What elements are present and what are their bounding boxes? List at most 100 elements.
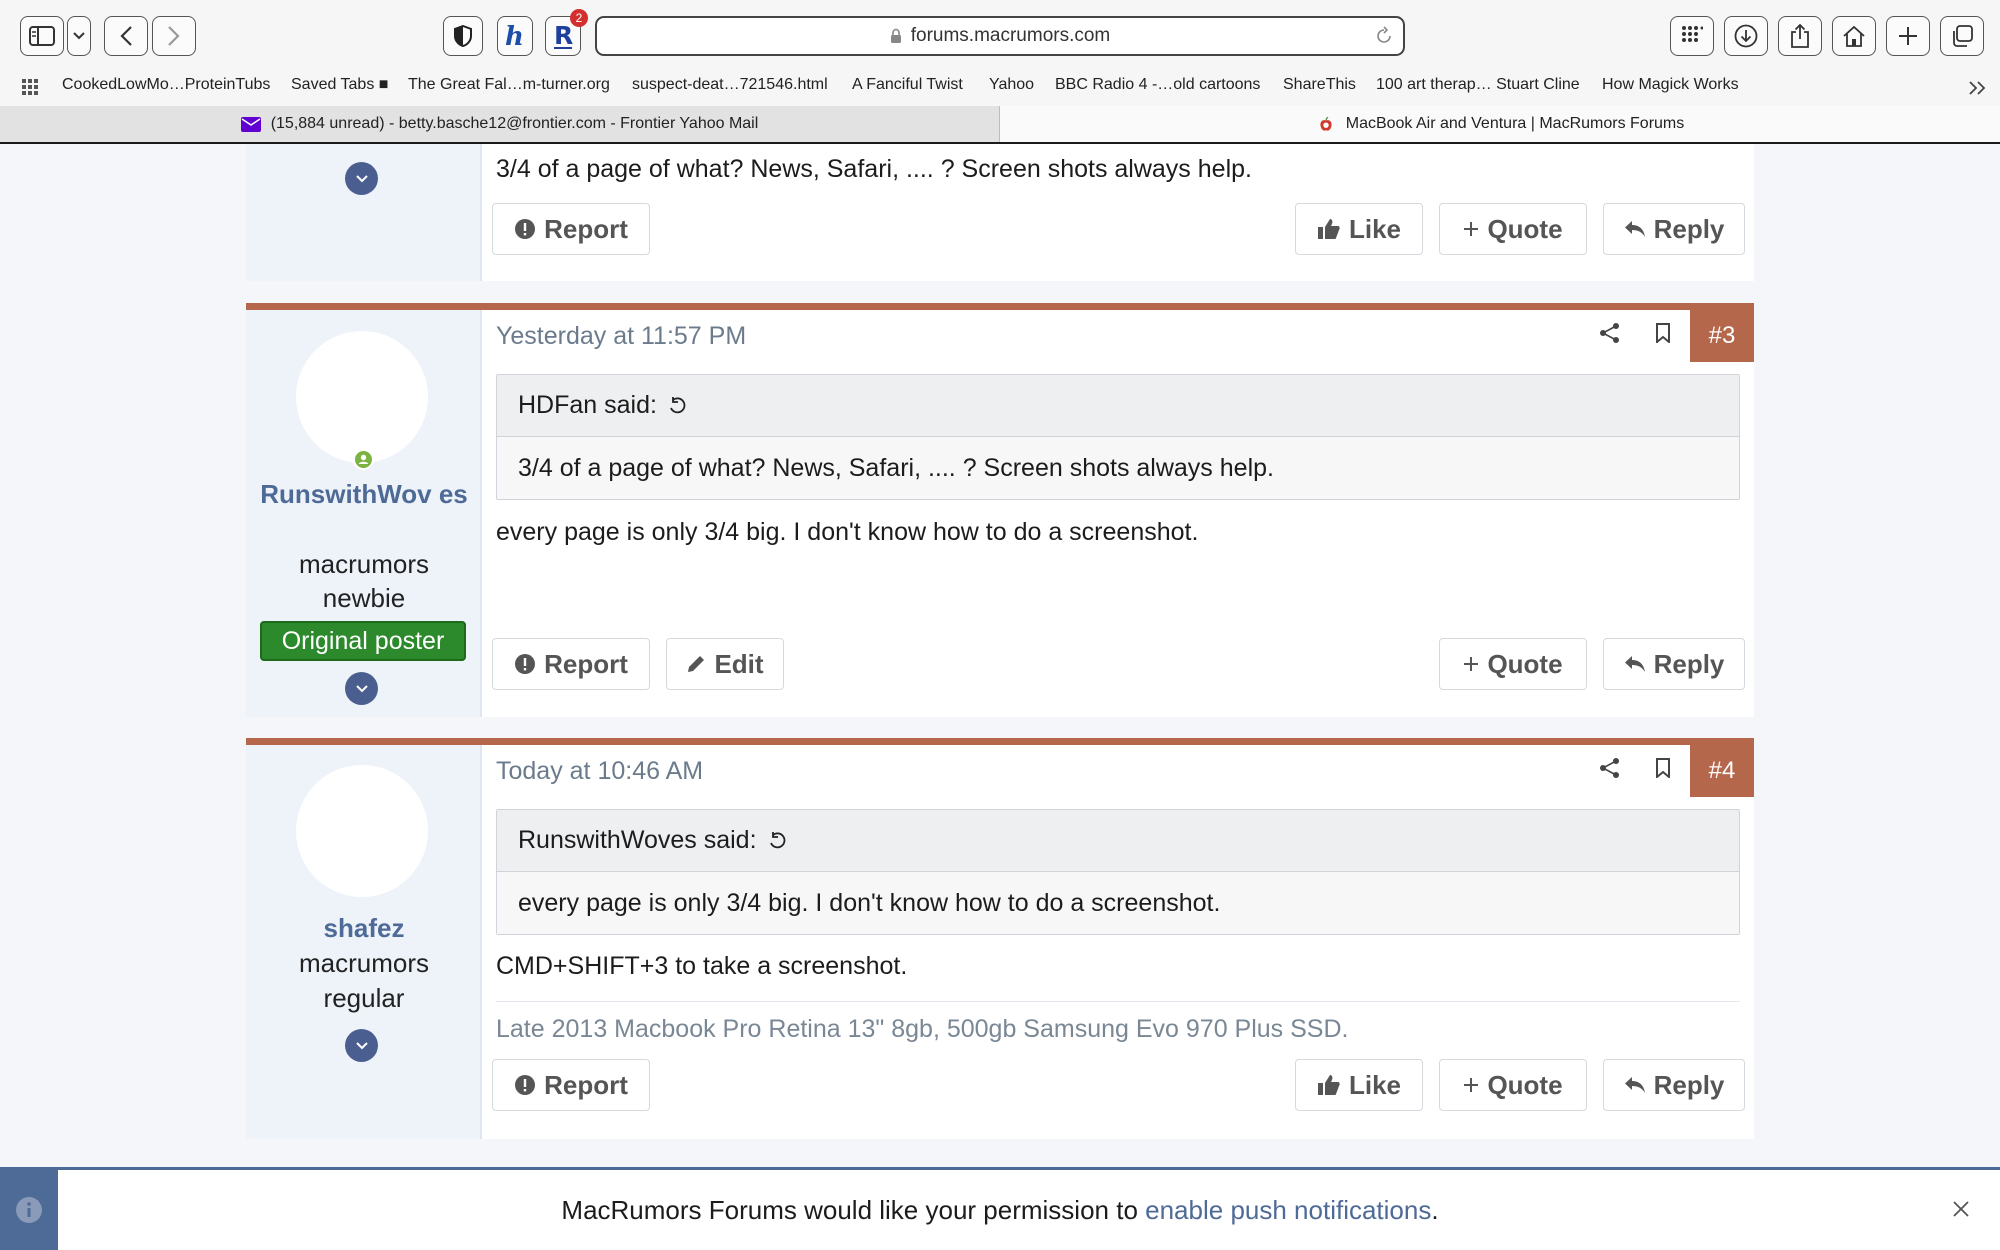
expand-user-button[interactable] bbox=[345, 1029, 378, 1062]
privacy-extension-button[interactable] bbox=[443, 16, 483, 56]
bookmark-item[interactable]: suspect-deat…721546.html bbox=[632, 76, 828, 94]
share-icon bbox=[1791, 23, 1809, 48]
plus-icon bbox=[1464, 1078, 1479, 1092]
notification-text: MacRumors Forums would like your permiss… bbox=[561, 1194, 1146, 1225]
share-button[interactable] bbox=[1778, 16, 1822, 56]
report-button[interactable]: Report bbox=[492, 203, 650, 255]
quote-label: Quote bbox=[1487, 1069, 1563, 1100]
report-button[interactable]: Report bbox=[492, 638, 650, 690]
bookmark-post-button[interactable] bbox=[1650, 755, 1676, 781]
bookmark-item[interactable]: Yahoo bbox=[989, 76, 1034, 94]
reply-button[interactable]: Reply bbox=[1603, 203, 1745, 255]
quote-header[interactable]: RunswithWoves said: bbox=[497, 810, 1739, 872]
jump-to-quote-icon bbox=[670, 396, 686, 413]
tab-overview-button[interactable] bbox=[1940, 16, 1984, 56]
bookmark-item[interactable]: Saved Tabs ■ bbox=[291, 76, 388, 94]
post-message: CMD+SHIFT+3 to take a screenshot. bbox=[496, 952, 908, 980]
quote-button[interactable]: Quote bbox=[1439, 203, 1587, 255]
sidebar-toggle-button[interactable] bbox=[20, 16, 64, 56]
r-extension-button[interactable]: R 2 bbox=[545, 9, 588, 56]
quote-header[interactable]: HDFan said: bbox=[497, 375, 1739, 437]
bookmark-item[interactable]: The Great Fal…m-turner.org bbox=[408, 76, 610, 94]
apps-button[interactable] bbox=[1670, 16, 1714, 56]
report-label: Report bbox=[544, 213, 628, 244]
quote-text: 3/4 of a page of what? News, Safari, ...… bbox=[497, 437, 1739, 499]
bookmark-item[interactable]: CookedLowMo…ProteinTubs bbox=[62, 76, 270, 94]
post-user-panel: shafez macrumors regular bbox=[246, 745, 482, 1139]
forward-button[interactable] bbox=[152, 16, 196, 56]
expand-user-button[interactable] bbox=[345, 672, 378, 705]
alert-icon bbox=[515, 1075, 536, 1095]
post-message: every page is only 3/4 big. I don't know… bbox=[496, 518, 1199, 546]
bookmark-post-button[interactable] bbox=[1650, 320, 1676, 346]
back-arrow-icon bbox=[120, 26, 132, 46]
post-number[interactable]: #4 bbox=[1690, 745, 1754, 797]
share-post-button[interactable] bbox=[1597, 755, 1623, 781]
quote-block: RunswithWoves said: every page is only 3… bbox=[496, 809, 1740, 935]
report-button[interactable]: Report bbox=[492, 1059, 650, 1111]
reply-button[interactable]: Reply bbox=[1603, 638, 1745, 690]
notification-text-end: . bbox=[1431, 1194, 1439, 1225]
back-button[interactable] bbox=[104, 16, 148, 56]
quote-label: Quote bbox=[1487, 213, 1563, 244]
chevron-down-icon bbox=[355, 174, 368, 182]
shield-icon bbox=[454, 25, 472, 47]
bookmark-item[interactable]: ShareThis bbox=[1283, 76, 1356, 94]
jump-to-quote-icon bbox=[769, 831, 785, 848]
post-user-panel: RunswithWov es macrumors newbie Original… bbox=[246, 310, 482, 717]
grid-icon bbox=[1682, 26, 1703, 42]
expand-user-button[interactable] bbox=[345, 162, 378, 195]
quote-button[interactable]: Quote bbox=[1439, 1059, 1587, 1111]
share-post-button[interactable] bbox=[1597, 320, 1623, 346]
bookmark-item[interactable]: 100 art therap… Stuart Cline bbox=[1376, 76, 1580, 94]
avatar[interactable] bbox=[296, 765, 428, 897]
reply-button[interactable]: Reply bbox=[1603, 1059, 1745, 1111]
original-poster-badge: Original poster bbox=[260, 621, 466, 661]
post-previous: 3/4 of a page of what? News, Safari, ...… bbox=[246, 144, 1754, 281]
post-message: 3/4 of a page of what? News, Safari, ...… bbox=[496, 155, 1252, 183]
like-button[interactable]: Like bbox=[1295, 203, 1423, 255]
bookmark-item[interactable]: BBC Radio 4 -…old cartoons bbox=[1055, 76, 1260, 94]
svg-text:h: h bbox=[505, 22, 524, 50]
post-date[interactable]: Yesterday at 11:57 PM bbox=[496, 322, 746, 351]
address-bar[interactable]: forums.macrumors.com bbox=[595, 16, 1405, 56]
bookmarks-grid-icon[interactable] bbox=[22, 79, 38, 95]
reply-arrow-icon bbox=[1624, 221, 1645, 237]
quote-button[interactable]: Quote bbox=[1439, 638, 1587, 690]
r-extension-icon: R bbox=[554, 22, 573, 50]
tab-yahoo-mail[interactable]: (15,884 unread) - betty.basche12@frontie… bbox=[0, 106, 1000, 142]
tab-label: (15,884 unread) - betty.basche12@frontie… bbox=[270, 115, 759, 132]
macrumors-logo-icon bbox=[1320, 116, 1332, 131]
user-title: regular bbox=[323, 983, 405, 1013]
bookmark-item[interactable]: A Fanciful Twist bbox=[852, 76, 963, 94]
bookmark-item[interactable]: How Magick Works bbox=[1602, 76, 1739, 94]
tab-macrumors[interactable]: MacBook Air and Ventura | MacRumors Foru… bbox=[1000, 106, 2000, 142]
chevron-down-icon bbox=[355, 684, 368, 692]
reload-icon[interactable] bbox=[1375, 26, 1393, 46]
push-notification-banner: MacRumors Forums would like your permiss… bbox=[0, 1167, 2000, 1250]
edit-label: Edit bbox=[714, 648, 764, 679]
lock-icon bbox=[890, 28, 901, 43]
downloads-button[interactable] bbox=[1724, 16, 1768, 56]
username[interactable]: RunswithWov es bbox=[246, 477, 482, 512]
alert-icon bbox=[515, 219, 536, 239]
user-title: macrumors bbox=[298, 948, 429, 978]
enable-push-notifications-link[interactable]: enable push notifications bbox=[1145, 1195, 1431, 1226]
bookmarks-overflow-icon[interactable] bbox=[1968, 80, 1988, 96]
avatar[interactable] bbox=[296, 331, 428, 463]
sidebar-menu-button[interactable] bbox=[67, 16, 91, 56]
username[interactable]: shafez bbox=[246, 911, 482, 946]
like-button[interactable]: Like bbox=[1295, 1059, 1423, 1111]
bookmarks-bar: CookedLowMo…ProteinTubs Saved Tabs ■ The… bbox=[0, 70, 2000, 106]
post-date[interactable]: Today at 10:46 AM bbox=[496, 757, 703, 786]
new-tab-button[interactable] bbox=[1886, 16, 1930, 56]
close-notification-button[interactable] bbox=[1946, 1194, 1976, 1224]
home-button[interactable] bbox=[1832, 16, 1876, 56]
extension-badge: 2 bbox=[570, 9, 588, 27]
honey-extension-button[interactable]: h bbox=[497, 16, 533, 56]
share-icon bbox=[1600, 323, 1619, 343]
download-icon bbox=[1734, 24, 1758, 48]
edit-button[interactable]: Edit bbox=[666, 638, 784, 690]
plus-icon bbox=[1464, 222, 1479, 236]
post-number[interactable]: #3 bbox=[1690, 310, 1754, 362]
